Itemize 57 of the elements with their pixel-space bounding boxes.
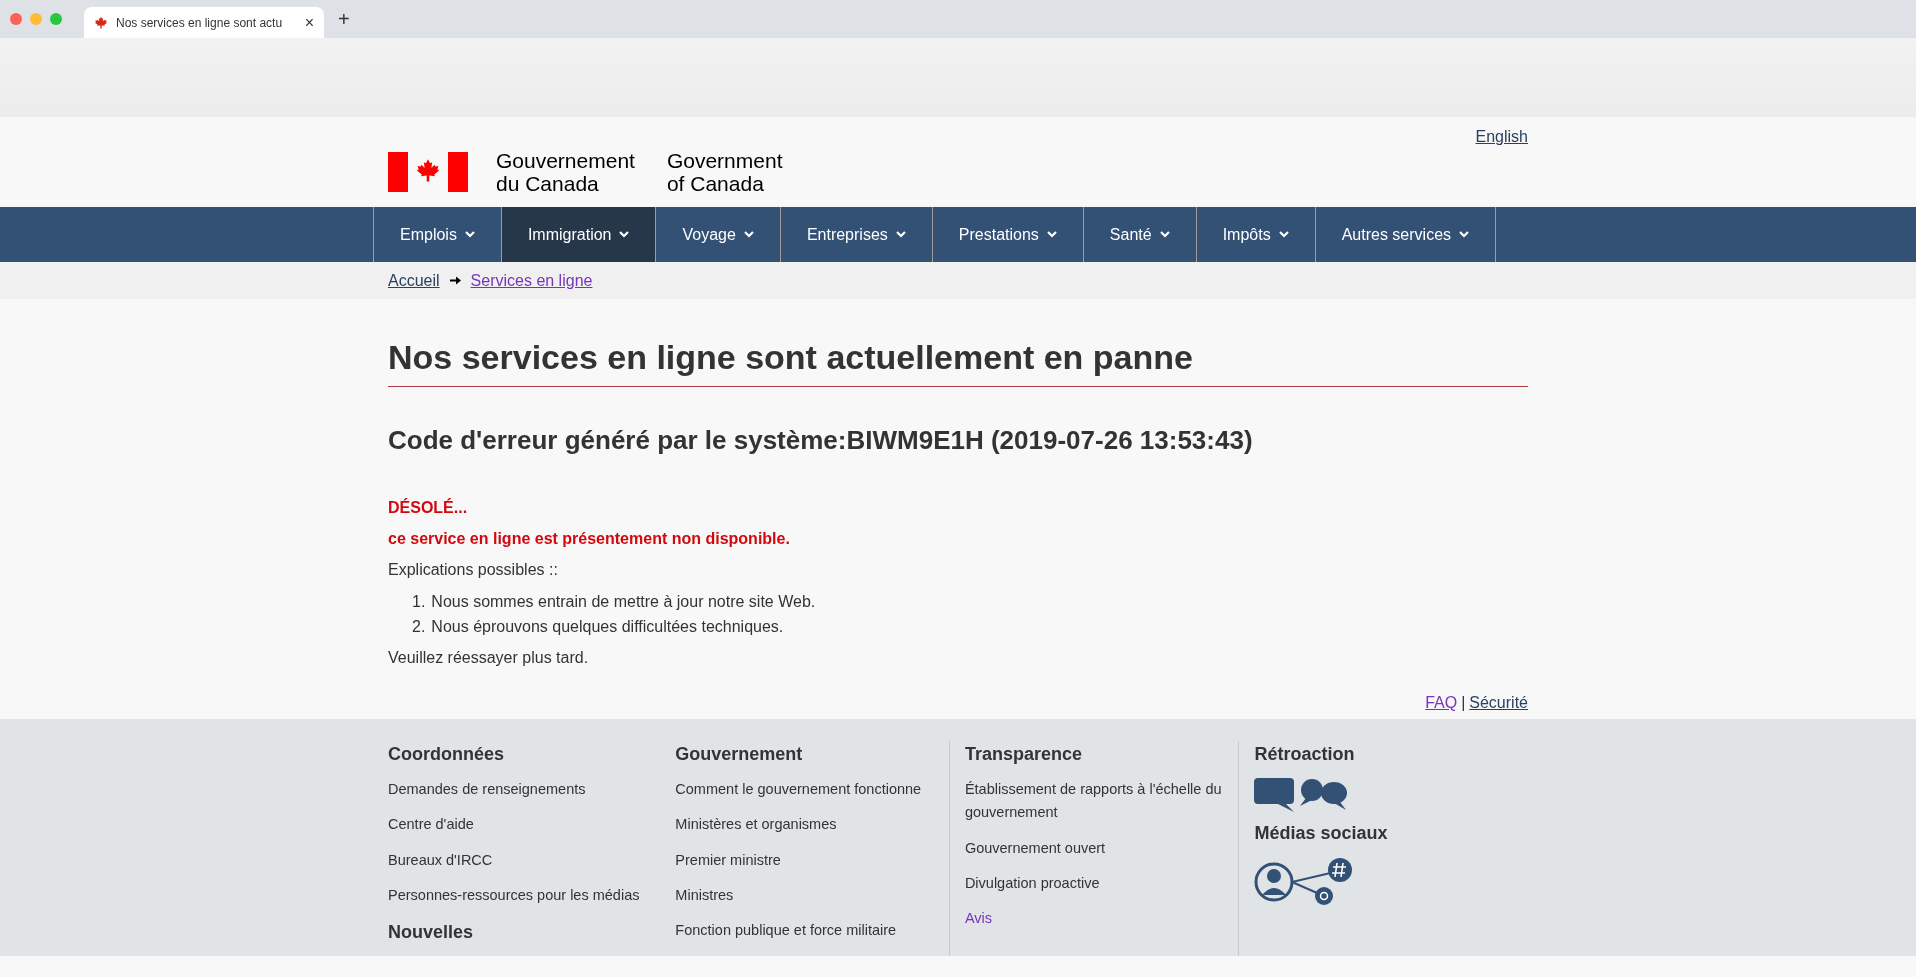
chevron-down-icon [1459, 231, 1470, 239]
footer-heading: Médias sociaux [1254, 822, 1389, 846]
body-text: Veuillez réessayer plus tard. [388, 648, 590, 669]
menu-tab[interactable]: Immigration [500, 207, 656, 263]
breadcrumb-link[interactable]: Accueil [388, 268, 440, 293]
body-text: Explications possibles :: [388, 559, 559, 580]
chevron-down-icon [1278, 231, 1289, 239]
error-message: ce service en ligne est présentement non disponible. [388, 528, 791, 549]
footer-link[interactable]: Divulgation proactive [964, 871, 1239, 895]
chevron-down-icon [1046, 231, 1057, 239]
footer-link[interactable]: FAQ [1425, 691, 1458, 716]
page-heading: Nos services en ligne sont actuellement en panne [388, 337, 1528, 387]
footer-link[interactable]: Ministres [675, 883, 949, 907]
chevron-down-icon [1159, 231, 1170, 239]
arrow-right-icon [449, 276, 461, 286]
language-link[interactable]: English [1475, 125, 1528, 149]
new-tab-button[interactable]: + [338, 4, 350, 34]
footer-link[interactable]: Demandes de renseignements [388, 778, 676, 802]
error-code-heading: Code d'erreur généré par le système:BIWM9E1H (2019-07-26 13:53:43) [388, 425, 1254, 457]
footer-heading: Gouvernement [675, 743, 804, 767]
maple-leaf-icon [94, 15, 108, 30]
chevron-down-icon [619, 231, 630, 239]
footer-link[interactable]: Comment le gouvernement fonctionne [675, 778, 949, 802]
footer-link[interactable]: Avis [964, 906, 1239, 931]
footer-link[interactable]: Bureaux d'IRCC [388, 848, 676, 872]
footer-heading: Rétroaction [1254, 743, 1356, 767]
brand-name: Government of Canada [666, 149, 783, 196]
minimize-window-icon[interactable] [30, 13, 42, 25]
list-number: 1. [412, 591, 426, 612]
social-network-icon [1254, 857, 1355, 908]
maximize-window-icon[interactable] [50, 13, 62, 25]
footer-link[interactable]: Centre d'aide [388, 813, 676, 837]
canada-flag-icon [388, 152, 468, 193]
footer-link[interactable]: Gouvernement ouvert [964, 836, 1239, 860]
footer-link[interactable]: Premier ministre [675, 848, 949, 872]
brand-name: Gouvernement du Canada [496, 149, 635, 196]
close-window-icon[interactable] [10, 13, 22, 25]
footer-link[interactable]: Établissement de rapports à l'échelle du gouvernement [964, 778, 1239, 825]
chevron-down-icon [464, 231, 475, 239]
footer-heading: Transparence [964, 743, 1083, 767]
footer-heading: Coordonnées [388, 743, 505, 767]
footer-link[interactable]: Sécurité [1469, 691, 1528, 716]
browser-tab[interactable]: Nos services en ligne sont actu × [84, 7, 324, 38]
breadcrumb-link[interactable]: Services en ligne [470, 268, 593, 293]
list-item: Nous éprouvons quelques difficultées techniques. [431, 616, 784, 637]
footer-link[interactable]: Fonction publique et force militaire [675, 918, 949, 943]
chevron-down-icon [895, 231, 906, 239]
footer-link[interactable]: Personnes-ressources pour les médias [388, 883, 676, 907]
error-message: DÉSOLÉ... [388, 498, 469, 519]
close-tab-button[interactable]: × [304, 10, 314, 35]
list-item: Nous sommes entrain de mettre à jour notre site Web. [431, 591, 816, 612]
footer-link[interactable]: Ministères et organismes [675, 813, 949, 837]
separator-text: | [1461, 693, 1466, 714]
chevron-down-icon [743, 231, 754, 239]
speech-bubbles-icon [1254, 778, 1349, 813]
footer-heading: Nouvelles [388, 920, 475, 944]
list-number: 2. [412, 616, 426, 637]
